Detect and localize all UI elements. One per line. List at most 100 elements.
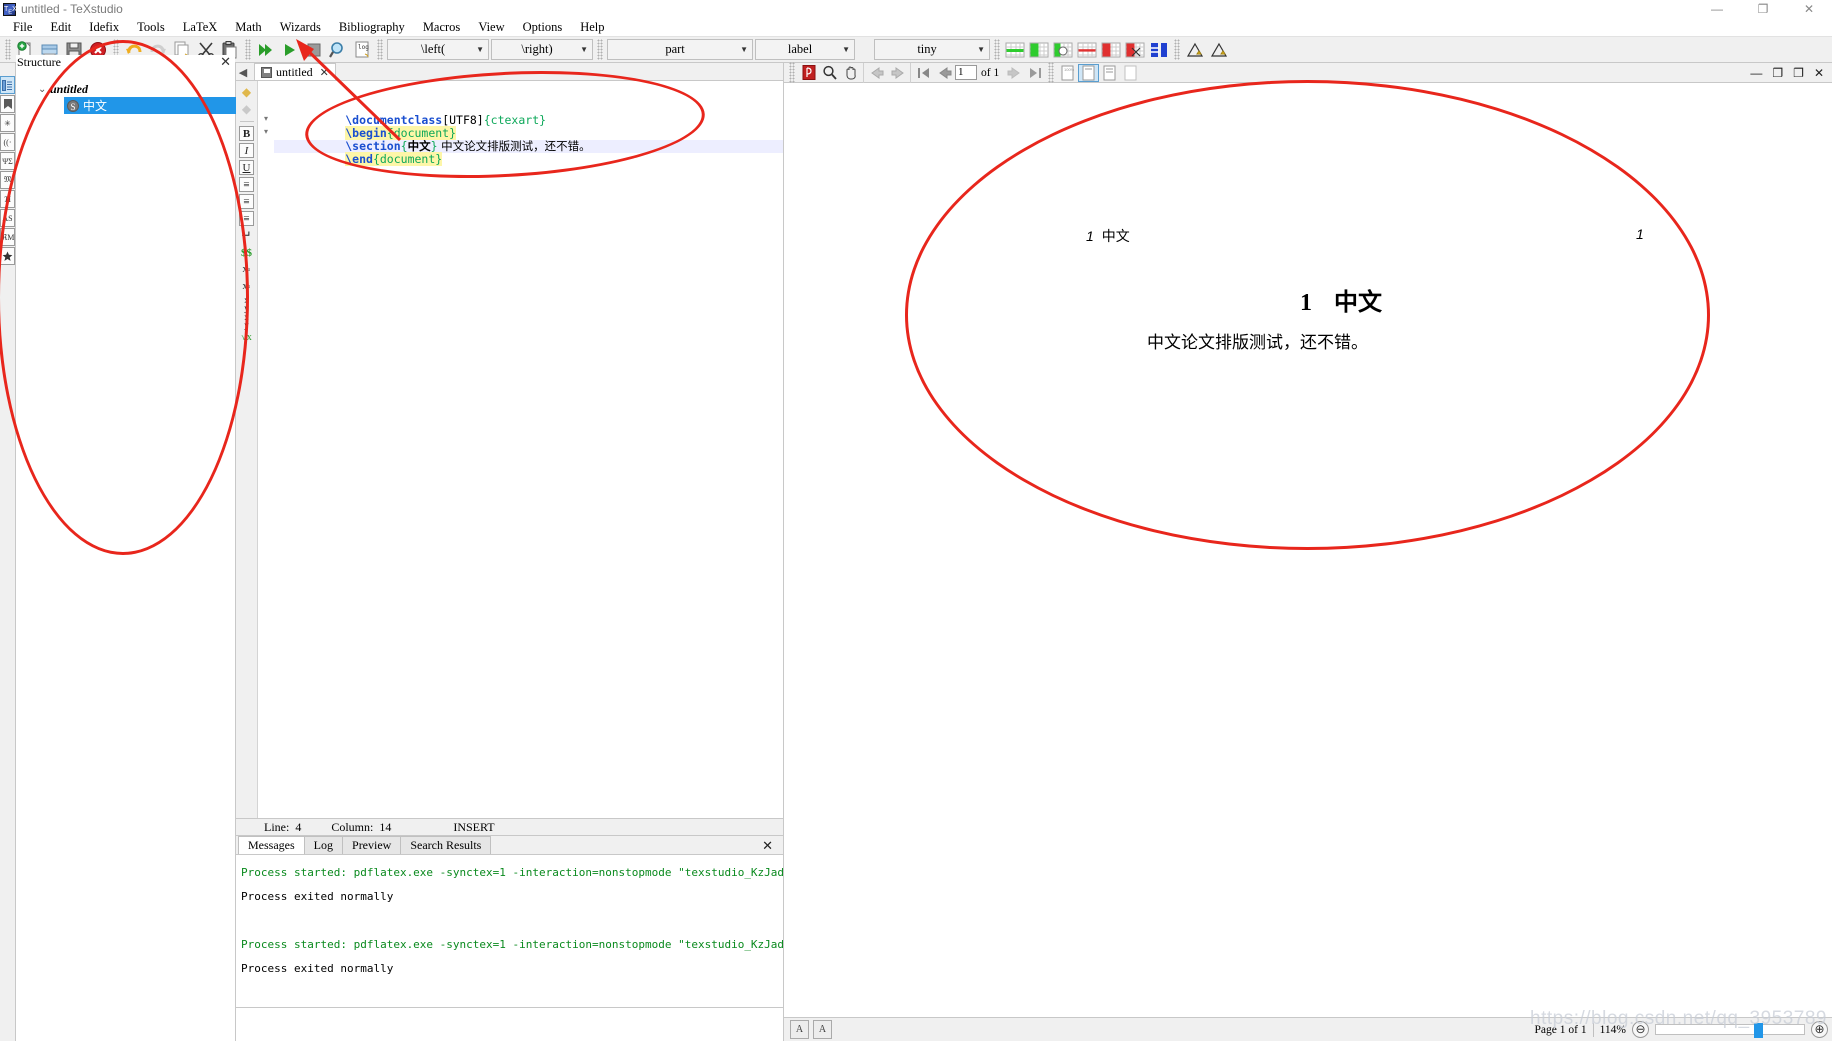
- italic-symbols-icon[interactable]: TI: [0, 190, 15, 208]
- favorites-icon[interactable]: [0, 247, 15, 265]
- structure-view-icon[interactable]: [0, 76, 15, 94]
- mathcal-icon[interactable]: 𝔐: [0, 171, 15, 189]
- font-size-combo[interactable]: tiny ▼: [874, 39, 990, 60]
- magnifier-icon[interactable]: [326, 38, 350, 62]
- delete-row-icon[interactable]: [1075, 38, 1099, 62]
- pdf-float-button[interactable]: ❐: [1793, 66, 1804, 80]
- align-table-icon[interactable]: [1147, 38, 1171, 62]
- text-annotation-icon[interactable]: A: [790, 1020, 809, 1039]
- highlight-annotation-icon[interactable]: A: [813, 1020, 832, 1039]
- menu-tools[interactable]: Tools: [128, 19, 174, 36]
- brackets-icon[interactable]: ((·: [0, 133, 15, 151]
- superscript-button[interactable]: x▫: [238, 278, 256, 295]
- first-page-icon[interactable]: [913, 64, 934, 82]
- insert-column-icon[interactable]: [1027, 38, 1051, 62]
- fold-marker[interactable]: ▾: [258, 127, 274, 140]
- underline-button[interactable]: U: [238, 159, 256, 176]
- forward-arrow-icon[interactable]: [887, 64, 908, 82]
- page-number-input[interactable]: 1: [955, 65, 977, 80]
- code-line-1[interactable]: \documentclass[UTF8]{ctexart}: [274, 101, 783, 114]
- menu-view[interactable]: View: [469, 19, 513, 36]
- hand-tool-icon[interactable]: [840, 64, 861, 82]
- italic-button[interactable]: I: [238, 142, 256, 159]
- pdf-page-canvas[interactable]: [784, 83, 1832, 1017]
- zoom-slider-knob[interactable]: [1754, 1023, 1763, 1038]
- pdf-restore-button[interactable]: ❐: [1772, 66, 1783, 80]
- zoom-out-button[interactable]: ⊖: [1632, 1021, 1649, 1038]
- tab-log[interactable]: Log: [304, 836, 343, 854]
- close-icon[interactable]: ✕: [320, 66, 329, 79]
- tab-search-results[interactable]: Search Results: [400, 836, 491, 854]
- zoom-in-button[interactable]: ⊕: [1811, 1021, 1828, 1038]
- back-arrow-icon[interactable]: [866, 64, 887, 82]
- minimize-button[interactable]: —: [1694, 0, 1740, 18]
- toolbar-grip[interactable]: [789, 62, 795, 83]
- tree-item-section[interactable]: S 中文: [64, 97, 236, 114]
- toolbar-grip[interactable]: [1048, 62, 1054, 83]
- next-warning-icon[interactable]: [1207, 38, 1231, 62]
- toolbar-grip[interactable]: [377, 39, 383, 60]
- menu-file[interactable]: File: [4, 19, 41, 36]
- menu-macros[interactable]: Macros: [414, 19, 470, 36]
- ams-symbols-icon[interactable]: AS: [0, 209, 15, 227]
- left-delimiter-combo[interactable]: \left( ▼: [387, 39, 489, 60]
- last-page-icon[interactable]: [1024, 64, 1045, 82]
- inline-math-button[interactable]: $$: [238, 244, 256, 261]
- compile-icon[interactable]: [278, 38, 302, 62]
- magnifier-icon[interactable]: [819, 64, 840, 82]
- insert-row-icon[interactable]: [1003, 38, 1027, 62]
- dfrac-button[interactable]: xy: [238, 312, 256, 329]
- most-used-icon[interactable]: ℜM: [0, 228, 15, 246]
- continuous-page-icon[interactable]: [1099, 64, 1120, 82]
- tab-messages[interactable]: Messages: [238, 836, 305, 854]
- toolbar-grip[interactable]: [597, 39, 603, 60]
- menu-options[interactable]: Options: [514, 19, 572, 36]
- sectioning-combo[interactable]: part ▼: [607, 39, 753, 60]
- previous-page-icon[interactable]: [934, 64, 955, 82]
- pdf-zoom-value[interactable]: 114%: [1600, 1024, 1626, 1036]
- messages-output[interactable]: Process started: pdflatex.exe -synctex=1…: [236, 855, 783, 1007]
- single-page-icon[interactable]: [1120, 64, 1141, 82]
- menu-wizards[interactable]: Wizards: [271, 19, 330, 36]
- open-pdf-icon[interactable]: [798, 64, 819, 82]
- bookmark-prev-icon[interactable]: ◆: [238, 84, 256, 101]
- tree-root-row[interactable]: ⌄ untitled: [16, 82, 235, 97]
- delete-column-icon[interactable]: [1099, 38, 1123, 62]
- log-file-icon[interactable]: log: [350, 38, 374, 62]
- next-page-icon[interactable]: [1003, 64, 1024, 82]
- fold-marker[interactable]: ▾: [258, 114, 274, 127]
- fold-marker[interactable]: [258, 140, 274, 153]
- toolbar-grip[interactable]: [994, 39, 1000, 60]
- tab-preview[interactable]: Preview: [342, 836, 401, 854]
- subscript-button[interactable]: x▫: [238, 261, 256, 278]
- label-combo[interactable]: label ▼: [755, 39, 855, 60]
- toolbar-grip[interactable]: [5, 39, 11, 60]
- cut-table-cell-icon[interactable]: [1123, 38, 1147, 62]
- stop-icon[interactable]: [302, 38, 326, 62]
- close-button[interactable]: ✕: [1786, 0, 1832, 18]
- bookmark-next-icon[interactable]: ◆: [238, 101, 256, 118]
- editor-nav-back-icon[interactable]: ◀: [236, 64, 250, 80]
- menu-latex[interactable]: LaTeX: [174, 19, 227, 36]
- psi-symbols-icon[interactable]: ΨΣ: [0, 152, 15, 170]
- code-editor[interactable]: \documentclass[UTF8]{ctexart} \begin{doc…: [274, 81, 783, 818]
- newline-button[interactable]: ↵: [238, 227, 256, 244]
- right-delimiter-combo[interactable]: \right) ▼: [491, 39, 593, 60]
- align-left-button[interactable]: ≡: [238, 176, 256, 193]
- zoom-slider[interactable]: [1655, 1024, 1805, 1035]
- fit-width-icon[interactable]: 100%: [1057, 64, 1078, 82]
- maximize-button[interactable]: ❐: [1740, 0, 1786, 18]
- bookmarks-icon[interactable]: [0, 95, 15, 113]
- structure-panel-close-icon[interactable]: ✕: [220, 54, 231, 70]
- menu-edit[interactable]: Edit: [41, 19, 80, 36]
- pdf-minimize-button[interactable]: —: [1750, 66, 1762, 80]
- sqrt-button[interactable]: √x: [238, 329, 256, 346]
- bold-button[interactable]: B: [238, 125, 256, 142]
- toolbar-grip[interactable]: [1174, 39, 1180, 60]
- chevron-down-icon[interactable]: ⌄: [38, 84, 46, 95]
- menu-help[interactable]: Help: [571, 19, 613, 36]
- fraction-button[interactable]: xy: [238, 295, 256, 312]
- toolbar-grip[interactable]: [245, 39, 251, 60]
- build-and-view-icon[interactable]: [254, 38, 278, 62]
- symbols-icon[interactable]: ✳: [0, 114, 15, 132]
